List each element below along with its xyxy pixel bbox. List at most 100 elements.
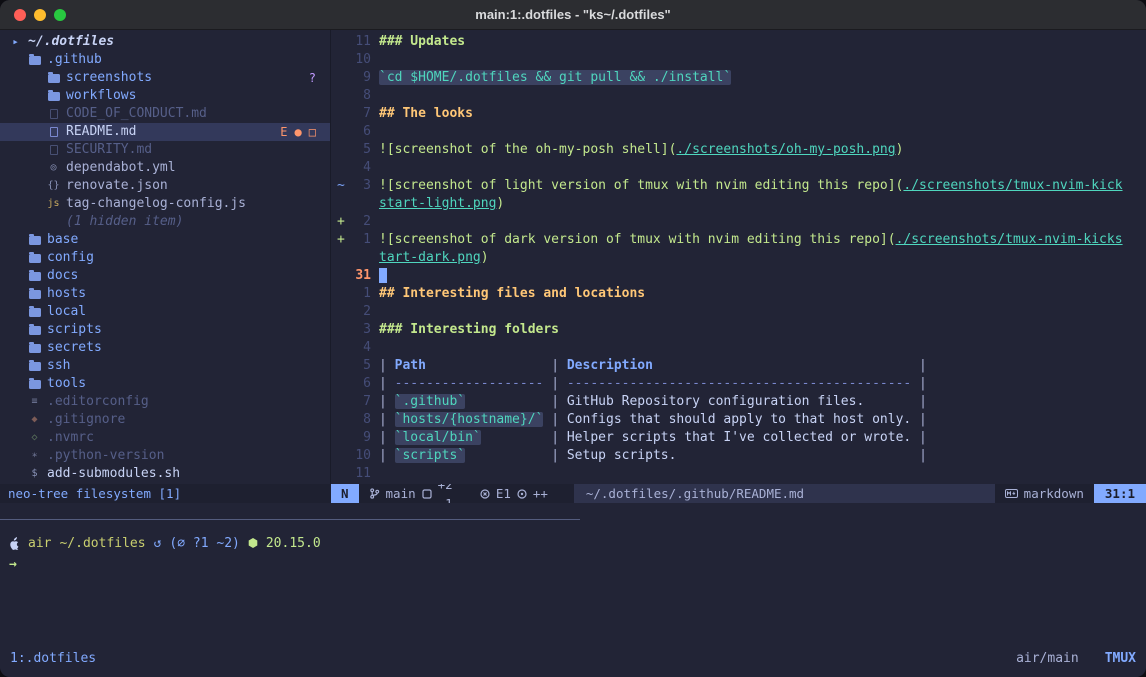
tree-item-screenshots[interactable]: screenshots?	[0, 69, 330, 87]
file-icon	[46, 145, 61, 155]
tree-item-code-of-conduct.md[interactable]: CODE_OF_CONDUCT.md	[0, 105, 330, 123]
editor-line[interactable]: 9| `local/bin` | Helper scripts that I'v…	[331, 429, 1146, 447]
tree-item-local[interactable]: local	[0, 303, 330, 321]
folder-icon	[46, 73, 61, 83]
tree-item-scripts[interactable]: scripts	[0, 321, 330, 339]
line-number: 6	[347, 375, 371, 393]
tmux-session-name: air/main	[1016, 651, 1079, 666]
tmux-window-name[interactable]: 1:.dotfiles	[10, 651, 96, 666]
gutter-sign	[331, 393, 347, 411]
editor-line[interactable]: start-light.png)	[331, 195, 1146, 213]
line-text: | `hosts/{hostname}/` | Configs that sho…	[379, 411, 927, 429]
tree-item-.gitignore[interactable]: ◆ .gitignore	[0, 411, 330, 429]
gutter-sign	[331, 105, 347, 123]
tree-item-.nvmrc[interactable]: ◇.nvmrc	[0, 429, 330, 447]
tree-item-secrets[interactable]: secrets	[0, 339, 330, 357]
tree-item-tag-changelog-config.js[interactable]: jstag-changelog-config.js	[0, 195, 330, 213]
editor-lines: 11### Updates109`cd $HOME/.dotfiles && g…	[331, 33, 1146, 483]
editor-line[interactable]: 11### Updates	[331, 33, 1146, 51]
tree-item-label: tools	[47, 375, 86, 393]
zoom-button[interactable]	[54, 9, 66, 21]
tree-item-.dotfiles[interactable]: ▸~/.dotfiles	[0, 33, 330, 51]
editor-line[interactable]: 8| `hosts/{hostname}/` | Configs that sh…	[331, 411, 1146, 429]
editor-line[interactable]: 4	[331, 339, 1146, 357]
line-number: 9	[347, 429, 371, 447]
editor-line[interactable]: 1## Interesting files and locations	[331, 285, 1146, 303]
editor-line[interactable]: 3### Interesting folders	[331, 321, 1146, 339]
gutter-sign	[331, 303, 347, 321]
tree-item-label: .github	[47, 51, 102, 69]
editor-line[interactable]: +2	[331, 213, 1146, 231]
line-number: 5	[347, 357, 371, 375]
editor-line[interactable]: 4	[331, 159, 1146, 177]
tree-item-docs[interactable]: docs	[0, 267, 330, 285]
editor-line[interactable]: tart-dark.png)	[331, 249, 1146, 267]
line-text: tart-dark.png)	[379, 249, 489, 267]
tree-item-tools[interactable]: tools	[0, 375, 330, 393]
line-number: 5	[347, 141, 371, 159]
close-button[interactable]	[14, 9, 26, 21]
editor-line[interactable]: 2	[331, 303, 1146, 321]
cursor	[379, 268, 387, 283]
minimize-button[interactable]	[34, 9, 46, 21]
line-text: ![screenshot of dark version of tmux wit…	[379, 231, 1123, 249]
editor-line[interactable]: ~3![screenshot of light version of tmux …	[331, 177, 1146, 195]
line-number: 7	[347, 105, 371, 123]
shell-pane[interactable]: air ~/.dotfiles ↺ (∅ ?1 ~2) 20.15.0 → 1:…	[0, 503, 1146, 677]
prompt-cwd: ~/.dotfiles	[59, 536, 145, 551]
tree-item-label: base	[47, 231, 78, 249]
tree-item-readme.md[interactable]: README.mdE●□	[0, 123, 330, 141]
git-icon: ◆	[27, 411, 42, 429]
tmux-pane-divider[interactable]	[0, 519, 580, 520]
folder-icon	[27, 325, 42, 335]
tree-item-.editorconfig[interactable]: ≡.editorconfig	[0, 393, 330, 411]
tree-item-.github[interactable]: .github	[0, 51, 330, 69]
editor-line[interactable]: 5![screenshot of the oh-my-posh shell](.…	[331, 141, 1146, 159]
tree-item-security.md[interactable]: SECURITY.md	[0, 141, 330, 159]
line-text: ### Updates	[379, 33, 465, 51]
folder-icon	[46, 91, 61, 101]
tree-item-workflows[interactable]: workflows	[0, 87, 330, 105]
tree-item-label: README.md	[66, 123, 136, 141]
tree-item-base[interactable]: base	[0, 231, 330, 249]
tree-item-config[interactable]: config	[0, 249, 330, 267]
filetype-label: markdown	[1024, 484, 1084, 503]
tree-item-.python-version[interactable]: ∗.python-version	[0, 447, 330, 465]
shell-icon: $	[27, 465, 42, 483]
line-text: ### Interesting folders	[379, 321, 559, 339]
editor-line[interactable]: 11	[331, 465, 1146, 483]
line-text: ![screenshot of light version of tmux wi…	[379, 177, 1123, 195]
braces-icon: {}	[46, 177, 61, 195]
neotree-panel[interactable]: ▸~/.dotfiles.githubscreenshots?workflows…	[0, 30, 331, 484]
tree-item-1-hidden-item[interactable]: (1 hidden item)	[0, 213, 330, 231]
folder-icon	[27, 343, 42, 353]
editor-line[interactable]: 10	[331, 51, 1146, 69]
editor-line[interactable]: 8	[331, 87, 1146, 105]
editor-line[interactable]: 7 ## The looks	[331, 105, 1146, 123]
tree-item-label: .gitignore	[47, 411, 125, 429]
tree-item-renovate.json[interactable]: {}renovate.json	[0, 177, 330, 195]
editor-line[interactable]: 5| Path | Description |	[331, 357, 1146, 375]
line-text: ## The looks	[379, 105, 473, 123]
editor-panel[interactable]: 11### Updates109`cd $HOME/.dotfiles && g…	[331, 30, 1146, 484]
editor-line[interactable]: +1![screenshot of dark version of tmux w…	[331, 231, 1146, 249]
editor-line[interactable]: 9`cd $HOME/.dotfiles && git pull && ./in…	[331, 69, 1146, 87]
folder-icon	[27, 379, 42, 389]
editor-line[interactable]: 10| `scripts` | Setup scripts. |	[331, 447, 1146, 465]
tree-item-dependabot.yml[interactable]: ◎dependabot.yml	[0, 159, 330, 177]
folder-icon	[27, 271, 42, 281]
tree-item-ssh[interactable]: ssh	[0, 357, 330, 375]
editor-line[interactable]: 6| ------------------- | ---------------…	[331, 375, 1146, 393]
editor-line[interactable]: 7| `.github` | GitHub Repository configu…	[331, 393, 1146, 411]
updates-count: ++	[533, 484, 548, 503]
git-segment: main +2 ~1 E1 ++	[359, 484, 558, 503]
tree-item-label: workflows	[66, 87, 136, 105]
gutter-sign	[331, 375, 347, 393]
lualine: N main +2 ~1 E1 ++ ~/.dotfiles/.github/R…	[331, 484, 1146, 503]
gutter-sign	[331, 33, 347, 51]
editor-line[interactable]: 6	[331, 123, 1146, 141]
prompt-git-status: (∅ ?1 ~2)	[169, 536, 239, 551]
tree-item-hosts[interactable]: hosts	[0, 285, 330, 303]
tree-item-add-submodules.sh[interactable]: $add-submodules.sh	[0, 465, 330, 483]
editor-line[interactable]: 31	[331, 267, 1146, 285]
